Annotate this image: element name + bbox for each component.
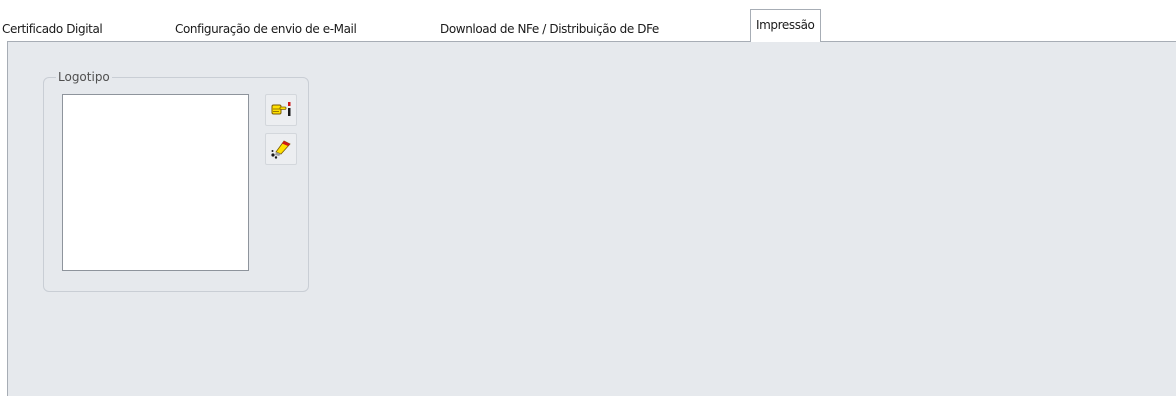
logotipo-label: Logotipo: [56, 69, 112, 85]
clear-logo-button[interactable]: [265, 133, 297, 165]
load-logo-button[interactable]: [265, 94, 297, 126]
tab-certificado-digital[interactable]: Certificado Digital: [2, 18, 103, 41]
clear-image-icon: [271, 140, 291, 159]
load-image-icon: [271, 102, 291, 116]
tab-bar: Certificado Digital Configuração de envi…: [0, 0, 1176, 42]
tab-download-nfe[interactable]: Download de NFe / Distribuição de DFe: [440, 18, 659, 41]
tab-impressao[interactable]: Impressão: [750, 9, 821, 42]
logotipo-groupbox: Logotipo: [43, 69, 309, 292]
logo-image-box: [62, 94, 249, 271]
tab-configuracao-email[interactable]: Configuração de envio de e-Mail: [175, 18, 357, 41]
tab-content-impressao: Logotipo: [7, 41, 1176, 396]
